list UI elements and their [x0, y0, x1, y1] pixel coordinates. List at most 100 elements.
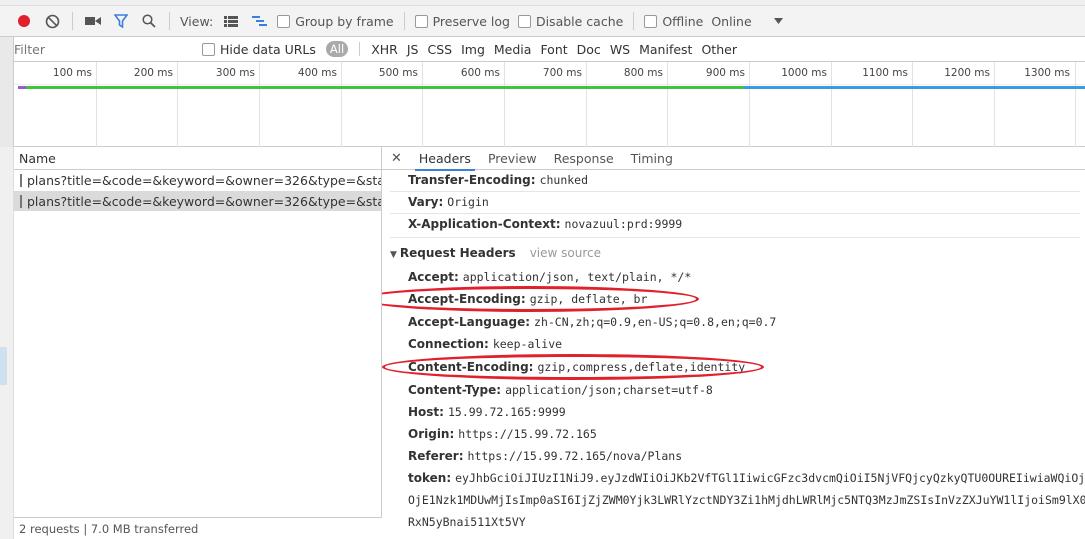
- timeline-tick: [504, 62, 505, 147]
- filter-type-doc[interactable]: Doc: [577, 42, 601, 57]
- large-rows-button[interactable]: [221, 11, 241, 31]
- header-key: Accept:: [408, 270, 459, 284]
- timeline-tick-label: 1000 ms: [781, 67, 827, 79]
- header-key: Origin:: [408, 427, 455, 441]
- filter-type-css[interactable]: CSS: [427, 42, 452, 57]
- header-key: Host:: [408, 405, 444, 419]
- header-value: 15.99.72.165:9999: [447, 405, 566, 419]
- request-header-row: Host: 15.99.72.165:9999: [408, 405, 566, 419]
- header-value: chunked: [539, 173, 589, 187]
- timeline-tick-label: 200 ms: [133, 67, 173, 79]
- request-headers-section[interactable]: ▼ Request Headers view source: [390, 246, 601, 260]
- request-row[interactable]: plans?title=&code=&keyword=&owner=326&ty…: [14, 170, 381, 191]
- view-source-link[interactable]: view source: [530, 246, 601, 260]
- search-icon: [142, 14, 156, 28]
- checkbox-box: [644, 14, 658, 28]
- request-header-row-token: token: eyJhbGciOiJIUzI1NiJ9.eyJzdWIiOiJKb…: [408, 471, 1085, 485]
- throttling-select[interactable]: Online: [711, 13, 783, 29]
- filter-type-all[interactable]: All: [325, 41, 349, 57]
- status-bar: 2 requests | 7.0 MB transferred: [14, 517, 382, 539]
- timeline-tick: [667, 62, 668, 147]
- filter-type-other[interactable]: Other: [701, 42, 737, 57]
- request-header-row: Referer: https://15.99.72.165/nova/Plans: [408, 449, 682, 463]
- filter-type-media[interactable]: Media: [494, 42, 532, 57]
- timeline-tick: [831, 62, 832, 147]
- header-key: Content-Type:: [408, 383, 502, 397]
- tab-timing[interactable]: Timing: [631, 151, 673, 166]
- checkbox-box: [202, 42, 215, 56]
- throttling-value: Online: [711, 13, 752, 29]
- filter-type-ws[interactable]: WS: [610, 42, 630, 57]
- clear-button[interactable]: [42, 11, 62, 31]
- timeline-bar-download: [744, 86, 1085, 89]
- disable-cache-checkbox[interactable]: Disable cache: [517, 13, 624, 29]
- overview-button[interactable]: [249, 11, 269, 31]
- header-key: Referer:: [408, 449, 464, 463]
- request-row-selected[interactable]: plans?title=&code=&keyword=&owner=326&ty…: [14, 191, 381, 212]
- response-header-row: Transfer-Encoding: chunked: [408, 173, 588, 187]
- clear-icon: [45, 14, 59, 28]
- disable-cache-label: Disable cache: [535, 13, 624, 29]
- timeline-tick: [586, 62, 587, 147]
- request-header-row: Origin: https://15.99.72.165: [408, 427, 597, 441]
- request-name: plans?title=&code=&keyword=&owner=326&ty…: [27, 172, 381, 188]
- request-header-row: Accept: application/json, text/plain, */*: [408, 270, 691, 284]
- timeline-axis: [14, 84, 1085, 85]
- record-button[interactable]: [14, 11, 34, 31]
- group-by-frame-checkbox[interactable]: Group by frame: [277, 14, 394, 29]
- timeline-tick-label: 800 ms: [623, 67, 663, 79]
- resource-type-filters: All XHR JS CSS Img Media Font Doc WS Man…: [325, 41, 737, 57]
- timeline-tick-label: 1100 ms: [862, 67, 908, 79]
- offline-checkbox[interactable]: Offline: [644, 14, 703, 29]
- header-key: Vary:: [408, 195, 444, 209]
- search-button[interactable]: [139, 11, 159, 31]
- hide-data-urls-checkbox[interactable]: Hide data URLs: [202, 42, 316, 57]
- chevron-down-icon: [773, 18, 783, 24]
- waterfall-icon: [251, 15, 267, 26]
- tab-headers[interactable]: Headers: [414, 151, 475, 171]
- request-header-row: Connection: keep-alive: [408, 337, 562, 351]
- token-continuation: RxN5yBnai511Xt5VY: [408, 515, 526, 529]
- summary-text: 2 requests | 7.0 MB transferred: [19, 521, 199, 536]
- request-detail-pane: ✕ Headers Preview Response Timing Transf…: [382, 147, 1085, 539]
- timeline-tick: [994, 62, 995, 147]
- record-icon: [18, 15, 30, 27]
- header-value: application/json, text/plain, */*: [462, 270, 692, 284]
- screenshot-button[interactable]: [83, 11, 103, 31]
- filter-button[interactable]: [111, 11, 131, 31]
- filter-type-xhr[interactable]: XHR: [371, 42, 398, 57]
- filter-type-manifest[interactable]: Manifest: [639, 42, 692, 57]
- toolbar-divider: [169, 12, 170, 30]
- section-title: Request Headers: [399, 246, 516, 260]
- offline-label: Offline: [662, 13, 704, 29]
- timeline-tick-label: 1200 ms: [944, 67, 990, 79]
- timeline-tick: [177, 62, 178, 147]
- section-divider: [390, 237, 1080, 238]
- timeline-tick: [1075, 62, 1076, 147]
- filter-input[interactable]: [14, 39, 202, 59]
- timeline-tick: [749, 62, 750, 147]
- tab-response[interactable]: Response: [554, 151, 614, 166]
- close-icon[interactable]: ✕: [391, 151, 402, 166]
- toolbar-divider: [403, 12, 405, 30]
- preserve-log-checkbox[interactable]: Preserve log: [414, 14, 510, 29]
- row-divider: [390, 191, 1080, 192]
- tab-preview[interactable]: Preview: [488, 151, 537, 166]
- timeline-tick-label: 500 ms: [378, 67, 418, 79]
- timeline-tick-label: 900 ms: [705, 67, 745, 79]
- token-continuation: OjE1Nzk1MDUwMjIsImp0aSI6IjZjZWM0Yjk3LWRl…: [408, 493, 1085, 507]
- checkbox-box: [414, 14, 428, 28]
- side-tab[interactable]: [0, 347, 7, 385]
- timeline-tick-label: 400 ms: [297, 67, 337, 79]
- request-header-row: Content-Type: application/json;charset=ut…: [408, 383, 713, 397]
- filter-type-js[interactable]: JS: [407, 42, 419, 57]
- filter-type-font[interactable]: Font: [540, 42, 567, 57]
- video-camera-icon: [85, 17, 101, 25]
- name-column-header[interactable]: Name: [14, 147, 381, 170]
- timeline-overview[interactable]: 100 ms 200 ms 300 ms 400 ms 500 ms 600 m…: [14, 62, 1085, 147]
- toolbar-divider: [72, 12, 73, 30]
- header-key: Transfer-Encoding:: [408, 173, 536, 187]
- requests-pane: Name plans?title=&code=&keyword=&owner=3…: [14, 147, 382, 539]
- filter-type-img[interactable]: Img: [461, 42, 485, 57]
- hide-data-urls-label: Hide data URLs: [220, 41, 316, 57]
